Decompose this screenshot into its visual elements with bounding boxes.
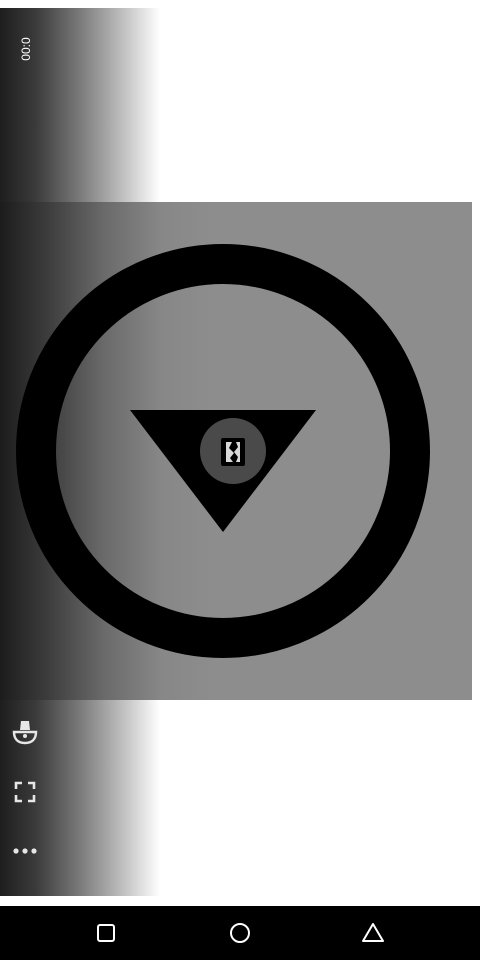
navigation-bar [0,906,480,960]
center-play-button[interactable] [200,418,266,484]
video-player-screen: 00:0 [0,0,480,960]
fullscreen-icon [14,781,36,803]
status-strip [0,0,480,8]
triangle-back-icon [362,923,384,942]
lamp-button[interactable] [10,717,40,747]
home-button[interactable] [210,906,270,960]
square-recents-icon [97,924,115,942]
back-button[interactable] [343,906,403,960]
fullscreen-button[interactable] [10,777,40,807]
more-options-button[interactable] [10,836,40,866]
circle-home-icon [230,923,250,943]
video-frame[interactable] [0,202,472,700]
lamp-icon [12,721,38,745]
more-options-icon [13,848,37,854]
torn-page-icon [221,438,245,466]
elapsed-time: 00:0 [19,37,33,61]
recents-button[interactable] [76,906,136,960]
video-content [16,244,430,658]
